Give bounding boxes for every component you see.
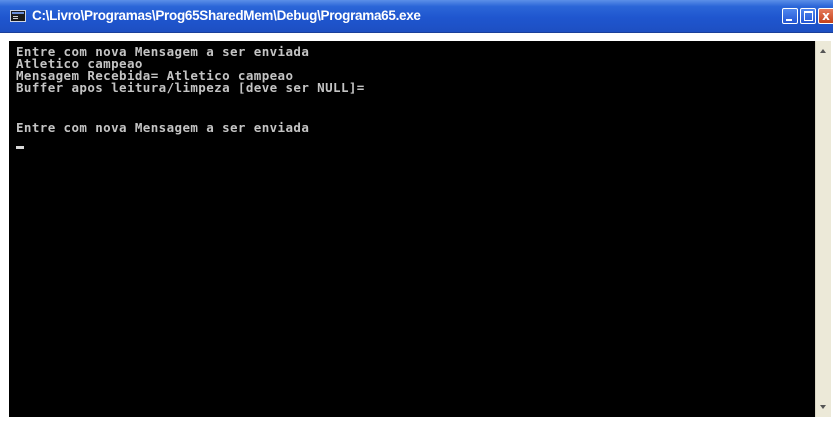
console-window: C:\Livro\Programas\Prog65SharedMem\Debug…	[0, 0, 833, 423]
title-bar[interactable]: C:\Livro\Programas\Prog65SharedMem\Debug…	[0, 0, 833, 33]
maximize-button[interactable]	[800, 8, 816, 24]
text-cursor	[16, 146, 24, 149]
scroll-down-arrow-icon[interactable]	[816, 399, 831, 415]
window-title: C:\Livro\Programas\Prog65SharedMem\Debug…	[32, 8, 421, 23]
close-button[interactable]: x	[818, 8, 833, 24]
window-frame-left	[0, 33, 9, 423]
scroll-up-arrow-icon[interactable]	[816, 43, 831, 59]
console-line: Buffer apos leitura/limpeza [deve ser NU…	[16, 80, 365, 95]
console-line: Entre com nova Mensagem a ser enviada	[16, 120, 310, 135]
window-frame-bottom	[0, 417, 833, 423]
vertical-scrollbar[interactable]	[815, 41, 831, 417]
console-output[interactable]: Entre com nova Mensagem a ser enviada At…	[9, 41, 815, 417]
minimize-button[interactable]	[782, 8, 798, 24]
console-app-icon[interactable]	[10, 10, 26, 22]
